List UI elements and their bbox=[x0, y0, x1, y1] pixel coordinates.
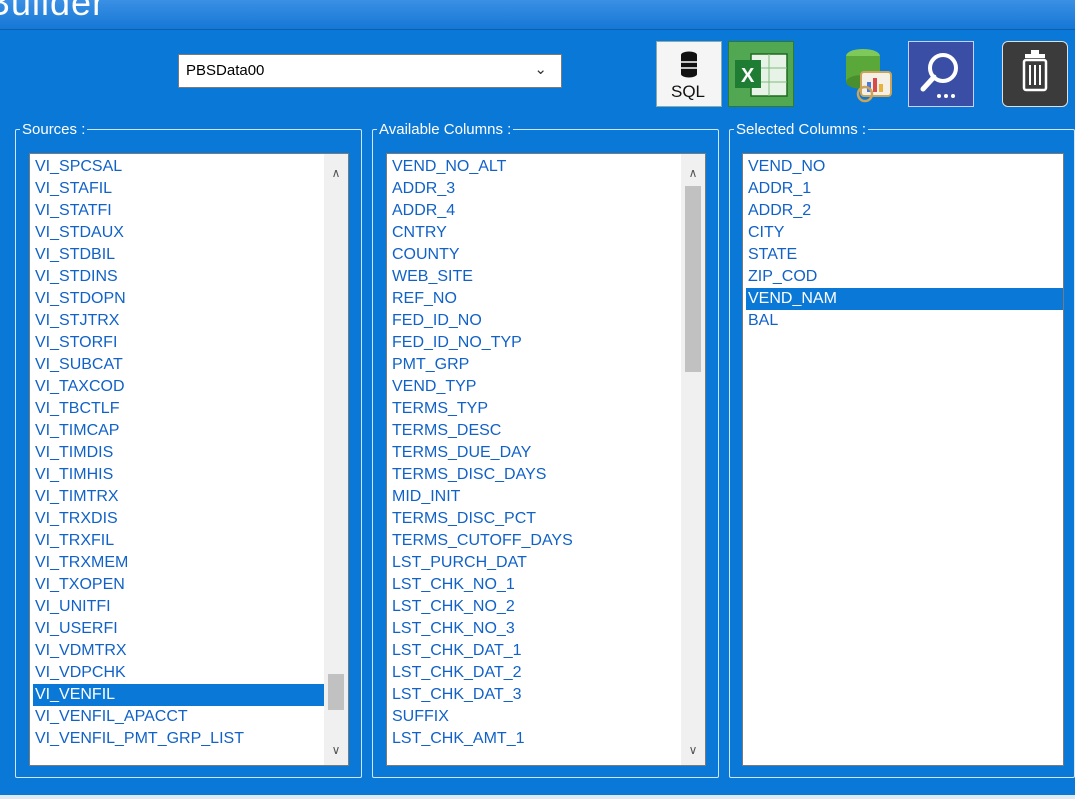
sources-list[interactable]: VI_SPCSAL VI_STAFIL VI_STATFI VI_STDAUX VI_S… bbox=[29, 153, 349, 766]
list-item[interactable]: ADDR_2 bbox=[746, 200, 1063, 222]
selected-columns-list[interactable]: VEND_NO ADDR_1 ADDR_2 CITY STATE ZIP_COD VEND_… bbox=[742, 153, 1064, 766]
list-item[interactable]: VI_SUBCAT bbox=[33, 354, 324, 376]
list-item[interactable]: VI_VDPCHK bbox=[33, 662, 324, 684]
list-item[interactable]: SUFFIX bbox=[390, 706, 681, 728]
list-item[interactable]: REF_NO bbox=[390, 288, 681, 310]
list-item[interactable]: VEND_NO_ALT bbox=[390, 156, 681, 178]
list-item[interactable]: VI_STATFI bbox=[33, 200, 324, 222]
list-item[interactable]: VI_STDAUX bbox=[33, 222, 324, 244]
list-item[interactable]: LST_CHK_NO_1 bbox=[390, 574, 681, 596]
sql-button[interactable]: SQL bbox=[656, 41, 722, 107]
list-item[interactable]: VI_TRXFIL bbox=[33, 530, 324, 552]
available-columns-list[interactable]: VEND_NO_ALT ADDR_3 ADDR_4 CNTRY COUNTY WEB_SI… bbox=[386, 153, 706, 766]
list-item[interactable]: VI_TRXDIS bbox=[33, 508, 324, 530]
list-item[interactable]: VI_TBCTLF bbox=[33, 398, 324, 420]
scroll-down-icon[interactable]: ∨ bbox=[681, 739, 705, 761]
list-item[interactable]: VI_VENFIL_PMT_GRP_LIST bbox=[33, 728, 324, 750]
list-item[interactable]: VEND_NAM bbox=[746, 288, 1063, 310]
list-item[interactable]: ADDR_3 bbox=[390, 178, 681, 200]
sources-label: Sources : bbox=[22, 121, 86, 138]
list-item[interactable]: LST_PURCH_DAT bbox=[390, 552, 681, 574]
list-item[interactable]: VI_TIMTRX bbox=[33, 486, 324, 508]
list-item[interactable]: VI_STAFIL bbox=[33, 178, 324, 200]
list-item[interactable]: VI_SPCSAL bbox=[33, 156, 324, 178]
window-title: Builder bbox=[0, 0, 106, 23]
list-item[interactable]: TERMS_TYP bbox=[390, 398, 681, 420]
list-item[interactable]: VI_VENFIL bbox=[33, 684, 324, 706]
svg-text:X: X bbox=[741, 65, 755, 87]
title-bar: Builder bbox=[0, 0, 1075, 30]
scroll-down-icon[interactable]: ∨ bbox=[324, 739, 348, 761]
list-item[interactable]: MID_INIT bbox=[390, 486, 681, 508]
available-columns-label: Available Columns : bbox=[379, 121, 512, 138]
trash-icon bbox=[1003, 42, 1067, 106]
list-item[interactable]: FED_ID_NO bbox=[390, 310, 681, 332]
list-item[interactable]: CNTRY bbox=[390, 222, 681, 244]
list-item[interactable]: VI_STORFI bbox=[33, 332, 324, 354]
list-item[interactable]: VI_TXOPEN bbox=[33, 574, 324, 596]
list-item[interactable]: LST_CHK_DAT_3 bbox=[390, 684, 681, 706]
list-item[interactable]: WEB_SITE bbox=[390, 266, 681, 288]
list-item[interactable]: VI_UNITFI bbox=[33, 596, 324, 618]
excel-button[interactable]: X bbox=[728, 41, 794, 107]
scroll-up-icon[interactable]: ∧ bbox=[324, 162, 348, 184]
list-item[interactable]: ADDR_4 bbox=[390, 200, 681, 222]
list-item[interactable]: TERMS_DUE_DAY bbox=[390, 442, 681, 464]
list-item[interactable]: LST_CHK_AMT_1 bbox=[390, 728, 681, 750]
list-item[interactable]: ZIP_COD bbox=[746, 266, 1063, 288]
scroll-thumb[interactable] bbox=[328, 674, 344, 710]
sources-scrollbar[interactable]: ∧ ∨ bbox=[324, 154, 348, 765]
list-item[interactable]: VI_TIMCAP bbox=[33, 420, 324, 442]
query-button[interactable] bbox=[834, 41, 900, 107]
list-item[interactable]: VI_STDBIL bbox=[33, 244, 324, 266]
database-select-value: PBSData00 bbox=[186, 62, 265, 79]
list-item[interactable]: FED_ID_NO_TYP bbox=[390, 332, 681, 354]
list-item[interactable]: VI_TRXMEM bbox=[33, 552, 324, 574]
list-item[interactable]: ADDR_1 bbox=[746, 178, 1063, 200]
list-item[interactable]: VI_TIMHIS bbox=[33, 464, 324, 486]
list-item[interactable]: VEND_NO bbox=[746, 156, 1063, 178]
search-icon bbox=[909, 42, 973, 106]
list-item[interactable]: VI_STDINS bbox=[33, 266, 324, 288]
list-item[interactable]: COUNTY bbox=[390, 244, 681, 266]
list-item[interactable]: LST_CHK_DAT_2 bbox=[390, 662, 681, 684]
delete-button[interactable] bbox=[1002, 41, 1068, 107]
excel-icon: X bbox=[729, 42, 793, 106]
list-item[interactable]: TERMS_DISC_DAYS bbox=[390, 464, 681, 486]
list-item[interactable]: PMT_GRP bbox=[390, 354, 681, 376]
scroll-up-icon[interactable]: ∧ bbox=[681, 162, 705, 184]
list-item[interactable]: STATE bbox=[746, 244, 1063, 266]
chevron-down-icon: ⌄ bbox=[534, 61, 547, 78]
available-columns-scrollbar[interactable]: ∧ ∨ bbox=[681, 154, 705, 765]
list-item[interactable]: VI_STDOPN bbox=[33, 288, 324, 310]
list-item[interactable]: VI_TAXCOD bbox=[33, 376, 324, 398]
list-item[interactable]: LST_CHK_NO_3 bbox=[390, 618, 681, 640]
selected-columns-label: Selected Columns : bbox=[736, 121, 867, 138]
list-item[interactable]: LST_CHK_DAT_1 bbox=[390, 640, 681, 662]
scroll-thumb[interactable] bbox=[685, 186, 701, 372]
list-item[interactable]: VI_USERFI bbox=[33, 618, 324, 640]
list-item[interactable]: TERMS_CUTOFF_DAYS bbox=[390, 530, 681, 552]
database-select[interactable]: PBSData00 ⌄ bbox=[178, 54, 562, 88]
list-item[interactable]: TERMS_DESC bbox=[390, 420, 681, 442]
sql-label: SQL bbox=[671, 82, 706, 101]
status-strip bbox=[0, 795, 1075, 799]
list-item[interactable]: BAL bbox=[746, 310, 1063, 332]
list-item[interactable]: VI_VDMTRX bbox=[33, 640, 324, 662]
list-item[interactable]: VI_STJTRX bbox=[33, 310, 324, 332]
list-item[interactable]: TERMS_DISC_PCT bbox=[390, 508, 681, 530]
database-chart-icon bbox=[846, 49, 892, 103]
list-item[interactable]: VI_TIMDIS bbox=[33, 442, 324, 464]
list-item[interactable]: CITY bbox=[746, 222, 1063, 244]
search-button[interactable] bbox=[908, 41, 974, 107]
list-item[interactable]: VI_VENFIL_APACCT bbox=[33, 706, 324, 728]
list-item[interactable]: LST_CHK_NO_2 bbox=[390, 596, 681, 618]
list-item[interactable]: VEND_TYP bbox=[390, 376, 681, 398]
